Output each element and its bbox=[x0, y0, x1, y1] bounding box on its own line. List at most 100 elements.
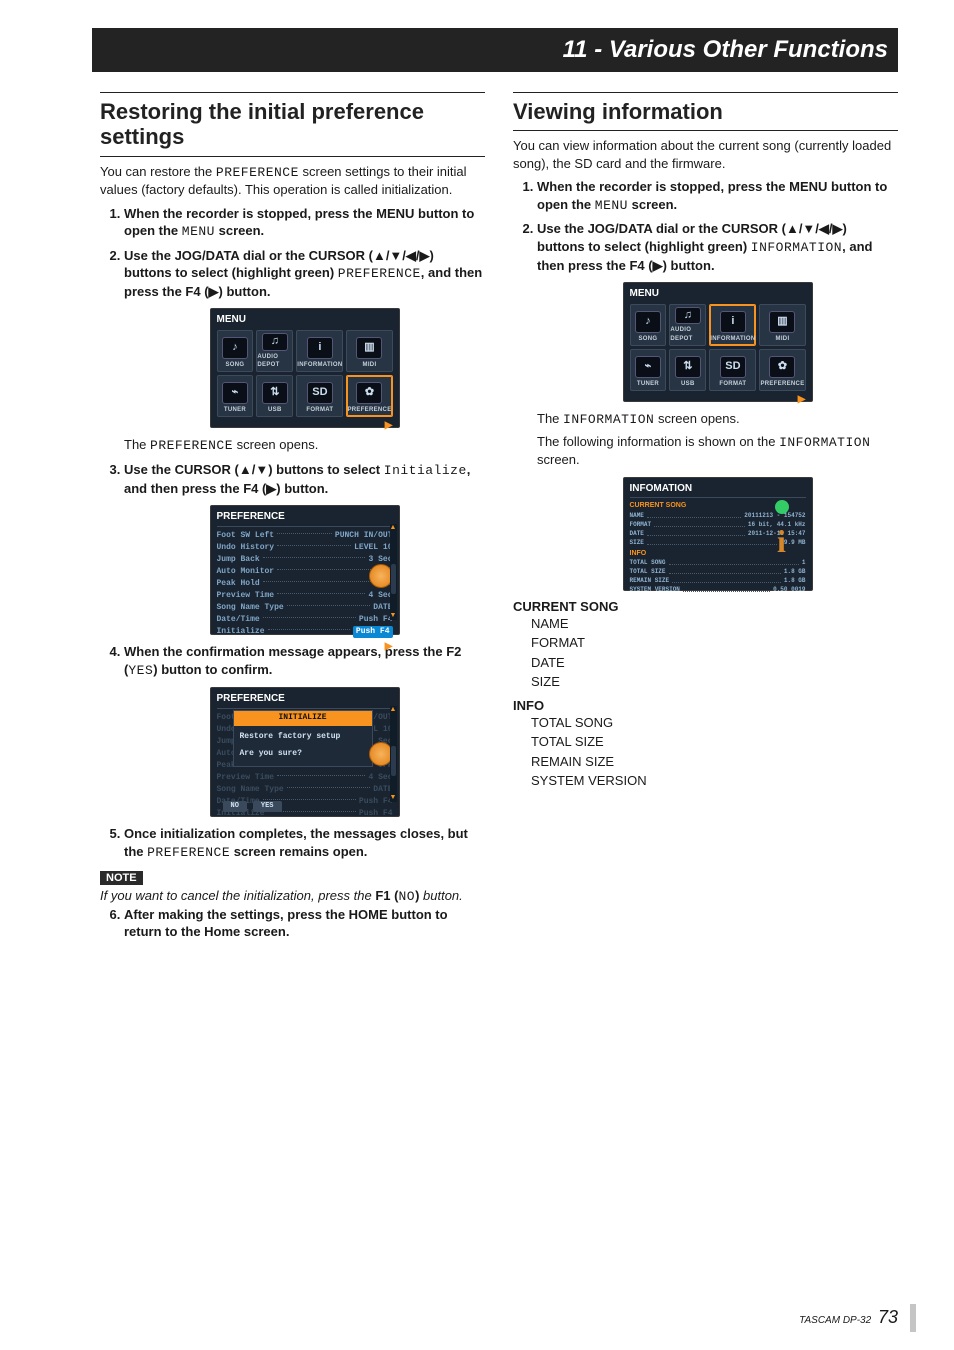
mono-information: INFORMATION bbox=[563, 412, 654, 427]
text: button. bbox=[419, 888, 462, 903]
info-key: NAME bbox=[630, 511, 644, 520]
text: screen opens. bbox=[233, 437, 318, 452]
text: The following information is shown on th… bbox=[537, 434, 779, 449]
menu-screenshot-title: MENU bbox=[630, 287, 806, 301]
mono-preference: PREFERENCE bbox=[150, 438, 233, 453]
dots bbox=[647, 536, 777, 545]
current-song-list: NAME FORMAT DATE SIZE bbox=[513, 614, 898, 692]
menu-cell-label: INFORMATION bbox=[297, 361, 342, 369]
menu-icon: i bbox=[307, 337, 333, 359]
menu-cell-label: TUNER bbox=[637, 380, 659, 388]
menu-cell-label: SONG bbox=[639, 335, 658, 343]
label-remain-size: REMAIN SIZE bbox=[531, 752, 898, 772]
dots bbox=[683, 583, 770, 592]
heading-info: INFO bbox=[513, 698, 898, 713]
step-3-left: Use the CURSOR (▲/▼) buttons to select I… bbox=[124, 461, 485, 635]
menu-cell-label: PREFERENCE bbox=[760, 380, 804, 388]
menu-icon: ✿ bbox=[356, 382, 382, 404]
pref-key: Song Name Type bbox=[217, 602, 284, 614]
dots bbox=[263, 617, 356, 618]
info-key: SYSTEM VERSION bbox=[630, 585, 680, 594]
pref-row: Foot SW LeftPUNCH IN/OUT bbox=[217, 530, 393, 542]
menu-cell-song: ♪SONG bbox=[217, 330, 254, 372]
rule-top-left bbox=[100, 92, 485, 93]
menu-screenshot-left: MENU ♪SONG♫AUDIO DEPOTiINFORMATION▥MIDI⌁… bbox=[210, 308, 400, 428]
menu-cell-usb: ⇅USB bbox=[256, 375, 293, 417]
label-total-song: TOTAL SONG bbox=[531, 713, 898, 733]
pref-row: InitializePush F4 bbox=[217, 626, 393, 638]
pref-title: PREFERENCE bbox=[217, 510, 393, 524]
menu-cell-song: ♪SONG bbox=[630, 304, 667, 346]
menu-cell-label: AUDIO DEPOT bbox=[257, 353, 292, 369]
text: ) button to confirm. bbox=[153, 662, 272, 677]
mono-menu: MENU bbox=[595, 198, 628, 213]
menu-cell-label: TUNER bbox=[224, 406, 246, 414]
menu-grid: ♪SONG♫AUDIO DEPOTiINFORMATION▥MIDI⌁TUNER… bbox=[630, 304, 806, 391]
menu-cell-midi: ▥MIDI bbox=[346, 330, 392, 372]
pref-value: Push F4 bbox=[359, 614, 393, 626]
page-footer: TASCAM DP-32 73 bbox=[799, 1307, 898, 1328]
info-title: INFOMATION bbox=[630, 482, 806, 496]
pref-value: Push F4 bbox=[353, 626, 393, 638]
text: Use the CURSOR (▲/▼) buttons to select bbox=[124, 462, 384, 477]
text: When the recorder is stopped, press the … bbox=[537, 179, 887, 212]
pref-value: Push F4 bbox=[359, 796, 393, 808]
dialog-yes-button: YES bbox=[253, 801, 282, 812]
menu-cell-preference: ✿PREFERENCE bbox=[759, 349, 805, 391]
step-2-left: Use the JOG/DATA dial or the CURSOR (▲/▼… bbox=[124, 247, 485, 455]
menu-icon: ♫ bbox=[262, 333, 288, 351]
menu-cell-label: USB bbox=[681, 380, 695, 388]
mono-menu: MENU bbox=[182, 224, 215, 239]
dots bbox=[263, 557, 366, 558]
heading-current-song: CURRENT SONG bbox=[513, 599, 898, 614]
steps-left: When the recorder is stopped, press the … bbox=[100, 205, 485, 862]
info-key: REMAIN SIZE bbox=[630, 576, 670, 585]
menu-icon: i bbox=[720, 311, 746, 333]
scrollbar: ▲▼ bbox=[390, 706, 397, 802]
step-1-left: When the recorder is stopped, press the … bbox=[124, 205, 485, 241]
menu-cell-tuner: ⌁TUNER bbox=[217, 375, 254, 417]
mono-information: INFORMATION bbox=[779, 435, 870, 450]
menu-grid: ♪SONG ♫ AUDIO DEPOT i INFORMATION ▥MIDI ⌁TUNER… bbox=[217, 330, 393, 417]
text: screen. bbox=[537, 452, 580, 467]
dialog-body: Restore factory setup Are you sure? bbox=[234, 726, 372, 766]
mono-preference: PREFERENCE bbox=[216, 165, 299, 180]
left-column: Restoring the initial preference setting… bbox=[100, 90, 485, 947]
info-value: 1.8 GB bbox=[784, 576, 806, 585]
label-total-size: TOTAL SIZE bbox=[531, 732, 898, 752]
thumb-tab bbox=[910, 1304, 916, 1332]
text: The bbox=[537, 411, 563, 426]
dots bbox=[669, 565, 781, 574]
menu-cell-label: FORMAT bbox=[306, 406, 333, 414]
menu-icon: ⌁ bbox=[635, 356, 661, 378]
text: screen. bbox=[628, 197, 677, 212]
pref-row: Song Name TypeDATE bbox=[217, 602, 393, 614]
separator bbox=[217, 526, 393, 527]
note-body: If you want to cancel the initialization… bbox=[100, 887, 485, 906]
menu-icon: ♫ bbox=[675, 307, 701, 325]
dots bbox=[263, 581, 375, 582]
pref-row: Jump Back3 Sec bbox=[217, 554, 393, 566]
menu-cell-audio-depot: ♫ AUDIO DEPOT bbox=[256, 330, 293, 372]
dots bbox=[647, 527, 745, 536]
two-column-layout: Restoring the initial preference setting… bbox=[100, 90, 898, 947]
rule-top-right bbox=[513, 92, 898, 93]
info-key: SIZE bbox=[630, 538, 644, 547]
dialog-line1: Restore factory setup bbox=[240, 732, 366, 743]
text: If you want to cancel the initialization… bbox=[100, 888, 375, 903]
dots bbox=[268, 629, 350, 630]
confirm-dialog: INITIALIZE Restore factory setup Are you… bbox=[233, 710, 373, 766]
rule-under-heading-left bbox=[100, 156, 485, 157]
dots bbox=[654, 518, 745, 527]
dots bbox=[277, 569, 375, 570]
step-4-left: When the confirmation message appears, p… bbox=[124, 643, 485, 817]
label-size: SIZE bbox=[531, 672, 898, 692]
pref-row: Preview Time4 Sec bbox=[217, 772, 393, 784]
mono-yes: YES bbox=[128, 663, 153, 678]
menu-cell-label: INFORMATION bbox=[710, 335, 755, 343]
menu-cell-format: SDFORMAT bbox=[296, 375, 343, 417]
dialog-line2: Are you sure? bbox=[240, 749, 366, 760]
rule-under-heading-right bbox=[513, 130, 898, 131]
pref-value: Push F4 bbox=[359, 808, 393, 820]
mono-preference: PREFERENCE bbox=[147, 845, 230, 860]
